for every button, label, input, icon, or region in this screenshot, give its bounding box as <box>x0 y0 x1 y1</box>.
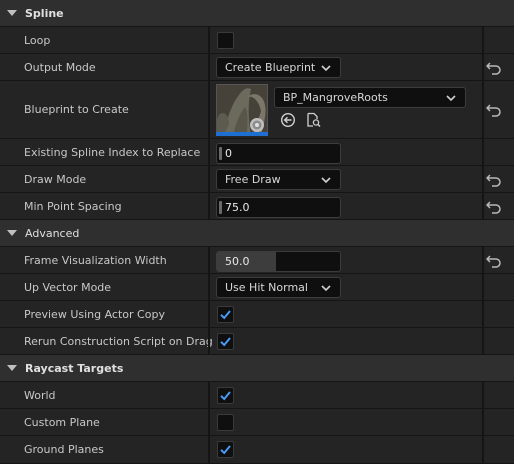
row-label: Draw Mode <box>24 172 87 186</box>
section-title: Advanced <box>25 226 80 240</box>
row-label: Frame Visualization Width <box>24 253 167 267</box>
field-value: 50.0 <box>225 255 250 268</box>
frame-visualization-width-slider[interactable]: 50.0 <box>216 251 341 272</box>
row-label: Ground Planes <box>24 443 104 456</box>
dropdown-value: BP_MangroveRoots <box>283 91 388 104</box>
loop-checkbox[interactable] <box>217 32 234 49</box>
up-vector-mode-dropdown[interactable]: Use Hit Normal <box>216 277 341 298</box>
browse-asset-icon[interactable] <box>305 112 321 128</box>
row-ground-planes: Ground Planes <box>0 436 514 464</box>
row-draw-mode: Draw Mode Free Draw <box>0 166 514 193</box>
row-label: World <box>24 388 56 402</box>
checkmark-icon <box>220 445 231 455</box>
reset-arrow-icon[interactable] <box>486 173 502 187</box>
preview-actor-copy-checkbox[interactable] <box>217 306 234 323</box>
reset-arrow-icon[interactable] <box>486 254 502 268</box>
row-label: Loop <box>24 33 51 47</box>
use-selected-arrow-icon[interactable] <box>280 112 296 128</box>
checkmark-icon <box>220 337 231 347</box>
row-custom-plane: Custom Plane <box>0 409 514 436</box>
mangrove-roots-thumbnail-icon <box>217 85 267 135</box>
section-caret-icon[interactable] <box>7 10 17 16</box>
blueprint-asset-dropdown[interactable]: BP_MangroveRoots <box>274 87 466 108</box>
ground-planes-checkbox[interactable] <box>217 441 234 458</box>
row-label: Min Point Spacing <box>24 199 122 213</box>
section-advanced[interactable]: Advanced <box>0 220 514 246</box>
section-title: Raycast Targets <box>25 361 124 375</box>
rerun-construction-checkbox[interactable] <box>217 333 234 350</box>
chevron-down-icon <box>321 176 331 183</box>
existing-spline-index-field[interactable]: 0 <box>216 143 341 164</box>
draw-mode-dropdown[interactable]: Free Draw <box>216 169 341 190</box>
row-label: Preview Using Actor Copy <box>24 307 165 321</box>
row-label: Existing Spline Index to Replace <box>24 145 201 159</box>
row-label: Output Mode <box>24 60 96 74</box>
asset-type-color-bar <box>216 132 268 136</box>
checkmark-icon <box>220 310 231 320</box>
row-world: World <box>0 382 514 409</box>
section-caret-icon[interactable] <box>7 230 17 236</box>
chevron-down-icon <box>321 284 331 291</box>
field-value: 75.0 <box>225 201 250 214</box>
min-point-spacing-field[interactable]: 75.0 <box>216 197 341 218</box>
row-min-point-spacing: Min Point Spacing 75.0 <box>0 193 514 220</box>
row-label: Rerun Construction Script on Drag <box>24 334 213 348</box>
dropdown-value: Create Blueprint <box>225 61 316 74</box>
world-checkbox[interactable] <box>217 387 234 404</box>
section-spline[interactable]: Spline <box>0 0 514 26</box>
blueprint-thumbnail[interactable] <box>216 84 268 136</box>
chevron-down-icon <box>321 64 331 71</box>
dropdown-value: Use Hit Normal <box>225 281 308 294</box>
reset-arrow-icon[interactable] <box>486 103 502 117</box>
row-loop: Loop <box>0 27 514 54</box>
row-preview-actor-copy: Preview Using Actor Copy <box>0 301 514 328</box>
row-label: Blueprint to Create <box>24 103 129 116</box>
chevron-down-icon <box>446 94 456 101</box>
checkmark-icon <box>220 391 231 401</box>
field-value: 0 <box>225 147 232 160</box>
section-title: Spline <box>25 6 64 20</box>
dropdown-value: Free Draw <box>225 173 281 186</box>
custom-plane-checkbox[interactable] <box>217 414 234 431</box>
section-raycast-targets[interactable]: Raycast Targets <box>0 355 514 381</box>
row-frame-visualization-width: Frame Visualization Width 50.0 <box>0 247 514 274</box>
row-up-vector-mode: Up Vector Mode Use Hit Normal <box>0 274 514 301</box>
reset-arrow-icon[interactable] <box>486 61 502 75</box>
reset-arrow-icon[interactable] <box>486 200 502 214</box>
row-rerun-construction-script: Rerun Construction Script on Drag <box>0 328 514 355</box>
section-caret-icon[interactable] <box>7 365 17 371</box>
row-output-mode: Output Mode Create Blueprint <box>0 54 514 81</box>
row-label: Up Vector Mode <box>24 280 112 294</box>
row-label: Custom Plane <box>24 415 100 429</box>
row-existing-spline-index: Existing Spline Index to Replace 0 <box>0 139 514 166</box>
output-mode-dropdown[interactable]: Create Blueprint <box>216 57 341 78</box>
